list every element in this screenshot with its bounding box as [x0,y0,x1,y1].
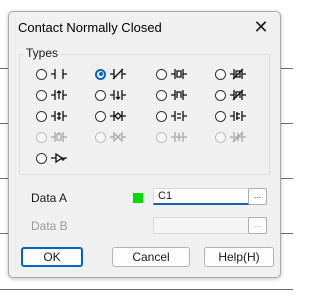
close-icon[interactable]: ✕ [248,16,274,38]
type-radio[interactable] [36,89,47,101]
cross-contact-icon [171,132,187,142]
falling-edge-contact-icon [110,90,126,100]
type-radio[interactable] [215,68,226,80]
data-a-input[interactable]: C1 [153,188,250,205]
type-radio [95,131,106,143]
type-radio[interactable] [36,110,47,122]
invert-contact-icon [51,152,67,164]
type-radio[interactable] [95,68,106,80]
no-contact-icon [51,69,67,79]
type-radio[interactable] [95,89,106,101]
type-option-arrow-contact [95,129,126,145]
type-option-down-arrow-contact[interactable] [95,108,126,124]
data-a-color-swatch [133,193,143,203]
type-radio [215,131,226,143]
type-option-no-contact[interactable] [36,66,67,82]
type-option-box-contact[interactable] [156,66,187,82]
contact-dialog: Contact Normally Closed ✕ Types Data A C… [8,11,281,278]
data-b-input[interactable] [153,217,250,234]
box-arrow-contact-icon [51,132,67,142]
type-option-box-arrow-contact [36,129,67,145]
box-slash-contact-icon [230,68,246,80]
type-option-falling-edge-contact[interactable] [95,87,126,103]
type-radio[interactable] [36,152,47,164]
type-radio[interactable] [156,110,167,122]
cancel-button[interactable]: Cancel [112,247,190,267]
type-radio [36,131,47,143]
data-a-browse-button[interactable]: ... [248,188,267,205]
type-option-nc-contact[interactable] [95,66,126,82]
help-button[interactable]: Help(H) [204,247,274,267]
type-radio [156,131,167,143]
type-option-rising-edge-contact[interactable] [36,87,67,103]
data-b-label: Data B [31,219,68,233]
type-radio[interactable] [156,89,167,101]
data-a-label: Data A [31,191,68,205]
cross-alt-contact-icon [230,131,246,143]
double-bar-contact-icon [171,111,187,121]
type-radio[interactable] [95,110,106,122]
up-arrow-contact-icon [51,111,67,121]
dialog-title: Contact Normally Closed [18,20,162,35]
type-radio[interactable] [215,110,226,122]
ok-button[interactable]: OK [21,247,83,267]
pulse-contact-icon [171,90,187,100]
arrow-contact-icon [110,132,126,142]
type-option-cross-alt-contact [215,129,246,145]
type-radio[interactable] [215,89,226,101]
double-bar-alt-contact-icon [230,111,246,121]
data-b-browse-button[interactable]: ... [248,217,267,234]
type-option-up-arrow-contact[interactable] [36,108,67,124]
type-option-pulse-slash-contact[interactable] [215,87,246,103]
rising-edge-contact-icon [51,90,67,100]
type-radio[interactable] [156,68,167,80]
type-option-pulse-contact[interactable] [156,87,187,103]
type-option-box-slash-contact[interactable] [215,66,246,82]
pulse-slash-contact-icon [230,89,246,101]
box-contact-icon [171,69,187,79]
type-radio[interactable] [36,68,47,80]
types-group-label: Types [23,46,62,60]
down-arrow-contact-icon [110,111,126,121]
type-option-double-bar-alt-contact[interactable] [215,108,246,124]
type-option-invert-contact[interactable] [36,150,67,166]
nc-contact-icon [110,68,126,80]
background-line [0,289,293,290]
type-option-double-bar-contact[interactable] [156,108,187,124]
type-option-cross-contact [156,129,187,145]
title-bar[interactable]: Contact Normally Closed ✕ [9,12,280,42]
